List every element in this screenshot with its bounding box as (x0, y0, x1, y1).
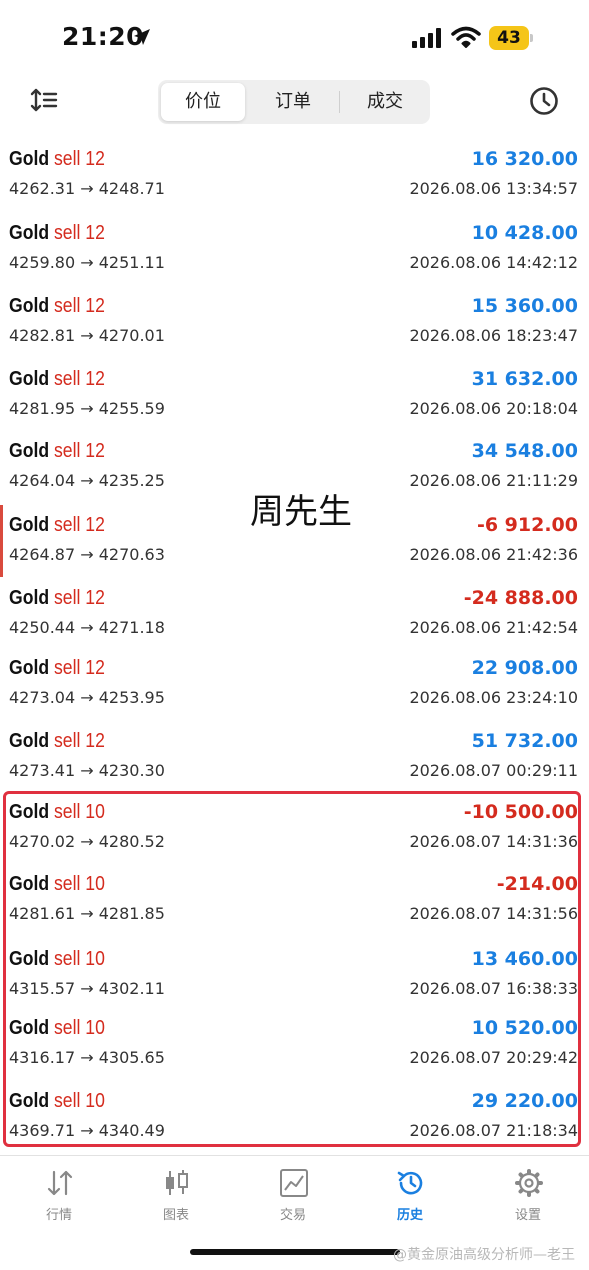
nav-item-settings[interactable]: 设置 (488, 1156, 568, 1236)
deal-row[interactable]: Gold sell 12 4250.44 → 4271.18 -24 888.0… (0, 576, 589, 648)
location-arrow-icon (134, 29, 150, 45)
battery-indicator: 43 (489, 26, 529, 50)
deal-row[interactable]: Gold sell 12 4281.95 → 4255.59 31 632.00… (0, 357, 589, 429)
deal-datetime: 2026.08.07 00:29:11 (409, 761, 578, 780)
trade-chart-icon (280, 1169, 308, 1197)
sort-icon[interactable] (30, 88, 58, 112)
tab-orders[interactable]: 订单 (248, 80, 338, 124)
deal-profit: 10 428.00 (471, 222, 578, 244)
deal-profit: 22 908.00 (471, 657, 578, 679)
candlestick-chart-icon (166, 1170, 188, 1195)
deal-price: 4264.87 → 4270.63 (9, 545, 165, 564)
segmented-control: 价位 订单 成交 (158, 80, 430, 124)
deal-price: 4264.04 → 4235.25 (9, 471, 165, 490)
deal-price: 4250.44 → 4271.18 (9, 618, 165, 637)
deal-datetime: 2026.08.06 21:11:29 (409, 471, 578, 490)
cellular-signal-icon (412, 28, 441, 48)
deal-symbol: Gold sell 12 (9, 730, 105, 752)
deal-price: 4282.81 → 4270.01 (9, 326, 165, 345)
deal-symbol: Gold sell 12 (9, 148, 105, 170)
deal-profit: 34 548.00 (471, 440, 578, 462)
nav-label: 图表 (162, 1208, 189, 1223)
tab-deals[interactable]: 成交 (340, 80, 430, 124)
deal-symbol: Gold sell 12 (9, 657, 105, 679)
deal-row[interactable]: Gold sell 12 4262.31 → 4248.71 16 320.00… (0, 137, 589, 209)
deal-row[interactable]: Gold sell 12 4273.04 → 4253.95 22 908.00… (0, 646, 589, 718)
settings-gear-icon (515, 1169, 543, 1197)
clock-icon[interactable] (529, 86, 559, 116)
deal-profit: 15 360.00 (471, 295, 578, 317)
deal-datetime: 2026.08.06 14:42:12 (409, 253, 578, 272)
deal-profit: 51 732.00 (471, 730, 578, 752)
deal-datetime: 2026.08.06 18:23:47 (409, 326, 578, 345)
nav-item-trade[interactable]: 交易 (253, 1156, 333, 1236)
deal-profit: -24 888.00 (463, 587, 578, 609)
battery-cap (530, 34, 533, 42)
deal-profit: -6 912.00 (476, 514, 578, 536)
deal-symbol: Gold sell 12 (9, 587, 105, 609)
deal-profit: 31 632.00 (471, 368, 578, 390)
nav-label: 交易 (279, 1208, 306, 1223)
deal-price: 4273.41 → 4230.30 (9, 761, 165, 780)
selected-row-marker (0, 505, 3, 577)
history-clock-icon (397, 1171, 423, 1195)
highlight-box (3, 791, 581, 1147)
deal-datetime: 2026.08.06 21:42:36 (409, 545, 578, 564)
deal-symbol: Gold sell 12 (9, 295, 105, 317)
deal-price: 4262.31 → 4248.71 (9, 179, 165, 198)
deal-price: 4259.80 → 4251.11 (9, 253, 165, 272)
home-indicator (190, 1249, 400, 1255)
deal-datetime: 2026.08.06 23:24:10 (409, 688, 578, 707)
deal-row[interactable]: Gold sell 12 4282.81 → 4270.01 15 360.00… (0, 284, 589, 356)
deal-row[interactable]: Gold sell 12 4273.41 → 4230.30 51 732.00… (0, 719, 589, 791)
deal-row[interactable]: Gold sell 12 4259.80 → 4251.11 10 428.00… (0, 211, 589, 283)
deal-profit: 16 320.00 (471, 148, 578, 170)
tab-price[interactable]: 价位 (161, 83, 245, 121)
nav-item-chart[interactable]: 图表 (136, 1156, 216, 1236)
quotes-arrows-icon (47, 1170, 73, 1196)
nav-label: 设置 (514, 1208, 541, 1223)
deal-symbol: Gold sell 12 (9, 368, 105, 390)
deal-price: 4273.04 → 4253.95 (9, 688, 165, 707)
nav-item-quotes[interactable]: 行情 (19, 1156, 99, 1236)
deal-datetime: 2026.08.06 21:42:54 (409, 618, 578, 637)
nav-label: 历史 (396, 1208, 423, 1223)
deal-symbol: Gold sell 12 (9, 514, 105, 536)
deal-price: 4281.95 → 4255.59 (9, 399, 165, 418)
bottom-nav: 行情 图表 交易 历史 设置 (0, 1155, 589, 1236)
deal-datetime: 2026.08.06 20:18:04 (409, 399, 578, 418)
overlay-name-text: 周先生 (250, 492, 352, 532)
wifi-icon (451, 26, 481, 48)
watermark-text: @黄金原油高级分析师—老王 (393, 1247, 575, 1263)
deal-symbol: Gold sell 12 (9, 222, 105, 244)
nav-label: 行情 (45, 1208, 72, 1223)
nav-item-history[interactable]: 历史 (370, 1156, 450, 1236)
deal-datetime: 2026.08.06 13:34:57 (409, 179, 578, 198)
deal-symbol: Gold sell 12 (9, 440, 105, 462)
status-bar: 21:20 43 (0, 0, 589, 78)
